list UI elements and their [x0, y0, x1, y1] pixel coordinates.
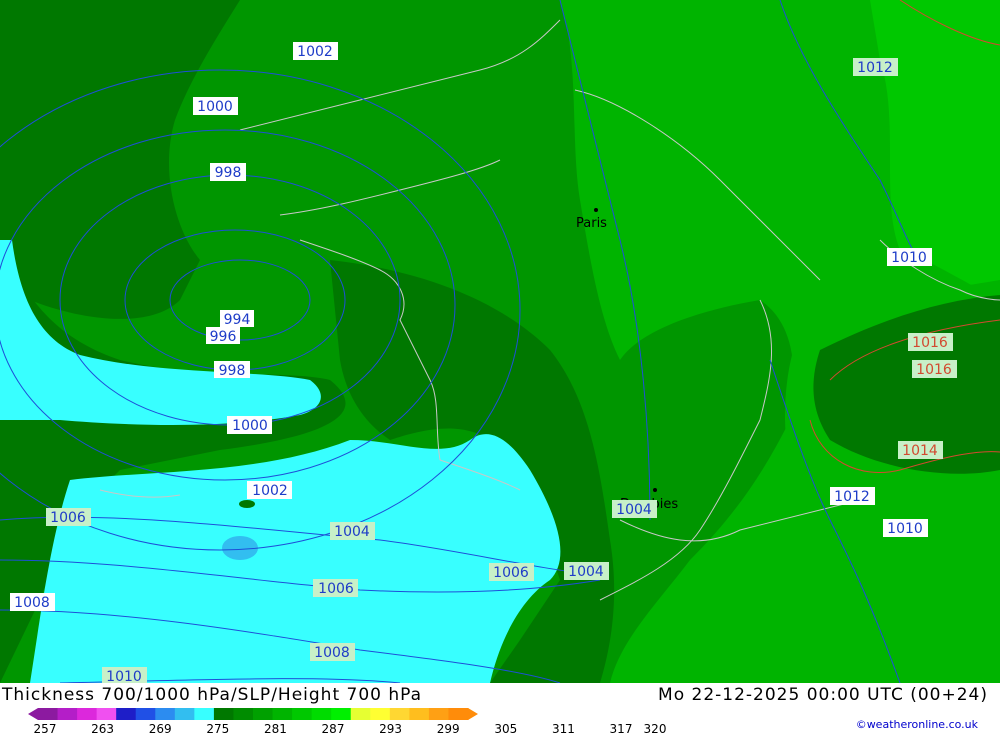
scale-swatch — [135, 708, 156, 720]
svg-text:1012: 1012 — [857, 60, 893, 76]
svg-text:1004: 1004 — [616, 502, 652, 518]
scale-swatch — [155, 708, 176, 720]
scale-tick-label: 311 — [551, 722, 575, 736]
svg-text:1002: 1002 — [252, 483, 288, 499]
scale-arrow-left — [28, 708, 38, 720]
city-label-paris: Paris — [576, 216, 607, 231]
svg-text:1006: 1006 — [50, 510, 86, 526]
scale-tick-label: 257 — [33, 722, 57, 736]
svg-text:1006: 1006 — [318, 581, 354, 597]
scale-swatch — [57, 708, 78, 720]
svg-text:1000: 1000 — [197, 99, 233, 115]
map-datetime: Mo 22-12-2025 00:00 UTC (00+24) — [658, 685, 988, 705]
svg-text:1004: 1004 — [568, 564, 604, 580]
scale-swatch — [292, 708, 313, 720]
svg-text:998: 998 — [219, 363, 246, 379]
scale-swatch — [389, 708, 410, 720]
scale-swatch — [77, 708, 98, 720]
dourbies-marker — [653, 488, 657, 492]
svg-text:1014: 1014 — [902, 443, 938, 459]
scale-swatch — [448, 708, 469, 720]
scale-swatch — [38, 708, 59, 720]
svg-text:998: 998 — [215, 165, 242, 181]
warm-spot — [239, 500, 255, 508]
scale-swatch — [233, 708, 254, 720]
scale-swatch — [213, 708, 234, 720]
scale-tick-label: 287 — [321, 722, 345, 736]
svg-text:994: 994 — [224, 312, 251, 328]
scale-tick-label: 275 — [206, 722, 230, 736]
svg-text:1016: 1016 — [916, 362, 952, 378]
scale-tick-label: 269 — [148, 722, 172, 736]
color-scale — [28, 708, 478, 720]
paris-marker — [594, 208, 598, 212]
scale-swatch — [116, 708, 137, 720]
scale-tick-label: 320 — [643, 722, 667, 736]
scale-tick-label: 305 — [494, 722, 518, 736]
scale-swatch — [272, 708, 293, 720]
svg-text:1010: 1010 — [887, 521, 923, 537]
map-canvas: Paris Dourbies 1002 1000 998 994 996 998… — [0, 0, 1000, 685]
scale-tick-label: 293 — [379, 722, 403, 736]
svg-text:1016: 1016 — [912, 335, 948, 351]
svg-text:1004: 1004 — [334, 524, 370, 540]
weather-map: Paris Dourbies 1002 1000 998 994 996 998… — [0, 0, 1000, 685]
scale-swatch — [350, 708, 371, 720]
svg-text:1006: 1006 — [493, 565, 529, 581]
scale-swatch — [194, 708, 215, 720]
scale-swatch — [253, 708, 274, 720]
scale-swatch — [370, 708, 391, 720]
cold-pool — [222, 536, 258, 560]
scale-swatch — [428, 708, 449, 720]
svg-text:1008: 1008 — [14, 595, 50, 611]
scale-swatch — [331, 708, 352, 720]
scale-tick-label: 299 — [436, 722, 460, 736]
scale-swatch — [311, 708, 332, 720]
svg-text:1010: 1010 — [891, 250, 927, 266]
map-footer: Thickness 700/1000 hPa/SLP/Height 700 hP… — [0, 683, 1000, 736]
svg-text:1010: 1010 — [106, 669, 142, 683]
credit-link[interactable]: ©weatheronline.co.uk — [856, 718, 978, 731]
scale-tick-label: 317 — [609, 722, 633, 736]
scale-swatch — [96, 708, 117, 720]
svg-text:1000: 1000 — [232, 418, 268, 434]
svg-text:1002: 1002 — [297, 44, 333, 60]
scale-tick-label: 281 — [263, 722, 287, 736]
map-title: Thickness 700/1000 hPa/SLP/Height 700 hP… — [2, 685, 423, 705]
svg-text:1008: 1008 — [314, 645, 350, 661]
scale-tick-label: 263 — [91, 722, 115, 736]
svg-text:996: 996 — [210, 329, 237, 345]
scale-swatch — [409, 708, 430, 720]
scale-swatch — [174, 708, 195, 720]
scale-arrow-right — [468, 708, 478, 720]
svg-text:1012: 1012 — [834, 489, 870, 505]
